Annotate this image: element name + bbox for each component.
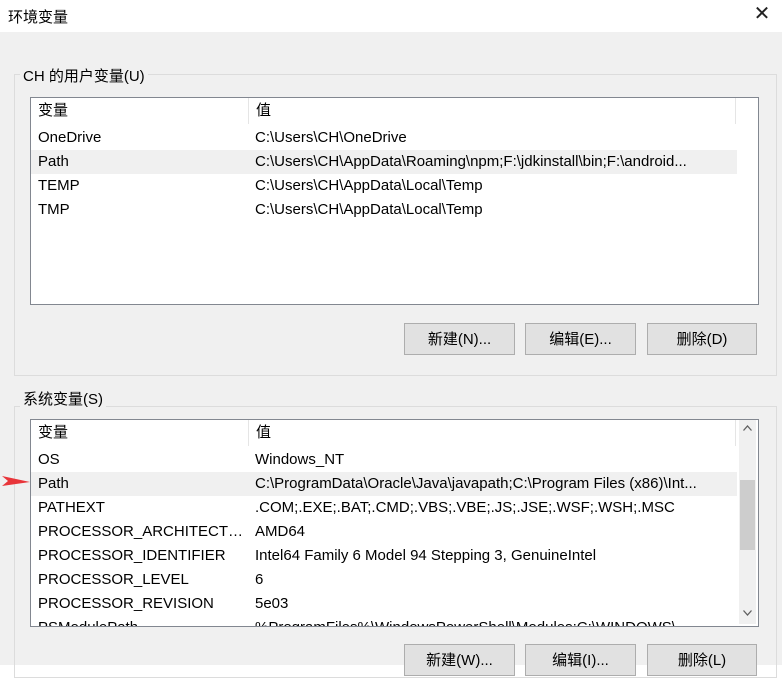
variable-value: %ProgramFiles%\WindowsPowerShell\Modules… [255, 616, 733, 626]
variable-name: Path [38, 475, 69, 492]
system-variables-list[interactable]: 变量 值 OS Windows_NT Path C:\ProgramData\Orac… [30, 419, 759, 627]
column-header-value[interactable]: 值 [249, 420, 735, 446]
chevron-down-icon[interactable] [739, 605, 756, 622]
variable-value: .COM;.EXE;.BAT;.CMD;.VBS;.VBE;.JS;.JSE;.… [255, 499, 675, 516]
system-variables-group-label: 系统变量(S) [20, 388, 106, 409]
list-item[interactable]: PATHEXT .COM;.EXE;.BAT;.CMD;.VBS;.VBE;.JS… [31, 496, 737, 520]
system-new-button[interactable]: 新建(W)... [404, 644, 515, 676]
dialog-client-area: CH 的用户变量(U) 变量 值 OneDrive C:\Users\CH\One… [0, 32, 782, 678]
variable-value: C:\Users\CH\AppData\Roaming\npm;F:\jdkin… [255, 153, 687, 170]
variable-value: Windows_NT [255, 451, 345, 468]
variable-name: OS [38, 451, 60, 468]
column-header-variable[interactable]: 变量 [31, 98, 248, 124]
list-item[interactable]: PROCESSOR_REVISION 5e03 [31, 592, 737, 616]
list-item[interactable]: Path C:\ProgramData\Oracle\Java\javapath;… [31, 472, 737, 496]
variable-value: C:\ProgramData\Oracle\Java\javapath;C:\P… [255, 475, 697, 492]
variable-name: PROCESSOR_REVISION [38, 595, 214, 612]
system-edit-button[interactable]: 编辑(I)... [525, 644, 636, 676]
variable-name: OneDrive [38, 129, 102, 146]
column-separator[interactable] [735, 98, 736, 124]
list-item[interactable]: OS Windows_NT [31, 448, 737, 472]
list-item[interactable]: Path C:\Users\CH\AppData\Roaming\npm;F:\j… [31, 150, 737, 174]
system-delete-button[interactable]: 删除(L) [647, 644, 757, 676]
variable-value: AMD64 [255, 523, 306, 540]
user-variables-group-label: CH 的用户变量(U) [20, 65, 148, 86]
system-variables-scrollbar[interactable] [739, 420, 756, 624]
variable-name: PROCESSOR_ARCHITECTURE [38, 523, 248, 540]
column-header-variable[interactable]: 变量 [31, 420, 248, 446]
list-item[interactable]: PROCESSOR_LEVEL 6 [31, 568, 737, 592]
variable-name: PROCESSOR_LEVEL [38, 571, 189, 588]
variable-value: 6 [255, 571, 264, 588]
column-header-value[interactable]: 值 [249, 98, 735, 124]
list-item[interactable]: OneDrive C:\Users\CH\OneDrive [31, 126, 737, 150]
variable-value: C:\Users\CH\AppData\Local\Temp [255, 201, 483, 218]
user-variables-list-header: 变量 值 [31, 98, 758, 124]
close-icon[interactable]: ✕ [750, 2, 774, 26]
variable-name: Path [38, 153, 69, 170]
user-variables-list[interactable]: 变量 值 OneDrive C:\Users\CH\OneDrive Path C:\… [30, 97, 759, 305]
list-item[interactable]: TEMP C:\Users\CH\AppData\Local\Temp [31, 174, 737, 198]
variable-value: C:\Users\CH\OneDrive [255, 129, 407, 146]
variable-name: PSModulePath [38, 616, 248, 626]
user-edit-button[interactable]: 编辑(E)... [525, 323, 636, 355]
window-title: 环境变量 [8, 9, 69, 26]
red-arrow-icon [2, 476, 30, 486]
variable-value: C:\Users\CH\AppData\Local\Temp [255, 177, 483, 194]
variable-name: TEMP [38, 177, 80, 194]
title-bar: 环境变量 ✕ [0, 0, 782, 32]
system-variables-list-header: 变量 值 [31, 420, 758, 446]
variable-name: TMP [38, 201, 70, 218]
variable-name: PROCESSOR_IDENTIFIER [38, 547, 226, 564]
variable-name: PATHEXT [38, 499, 105, 516]
variable-value: Intel64 Family 6 Model 94 Stepping 3, Ge… [255, 547, 597, 564]
list-item[interactable]: PROCESSOR_ARCHITECTURE AMD64 [31, 520, 737, 544]
user-delete-button[interactable]: 删除(D) [647, 323, 757, 355]
chevron-up-icon[interactable] [739, 420, 756, 437]
list-item[interactable]: PROCESSOR_IDENTIFIER Intel64 Family 6 Mod… [31, 544, 737, 568]
column-separator[interactable] [735, 420, 736, 446]
user-new-button[interactable]: 新建(N)... [404, 323, 515, 355]
list-item[interactable]: PSModulePath %ProgramFiles%\WindowsPowerS… [31, 616, 737, 626]
variable-value: 5e03 [255, 595, 289, 612]
list-item[interactable]: TMP C:\Users\CH\AppData\Local\Temp [31, 198, 737, 222]
scrollbar-thumb[interactable] [740, 480, 755, 550]
